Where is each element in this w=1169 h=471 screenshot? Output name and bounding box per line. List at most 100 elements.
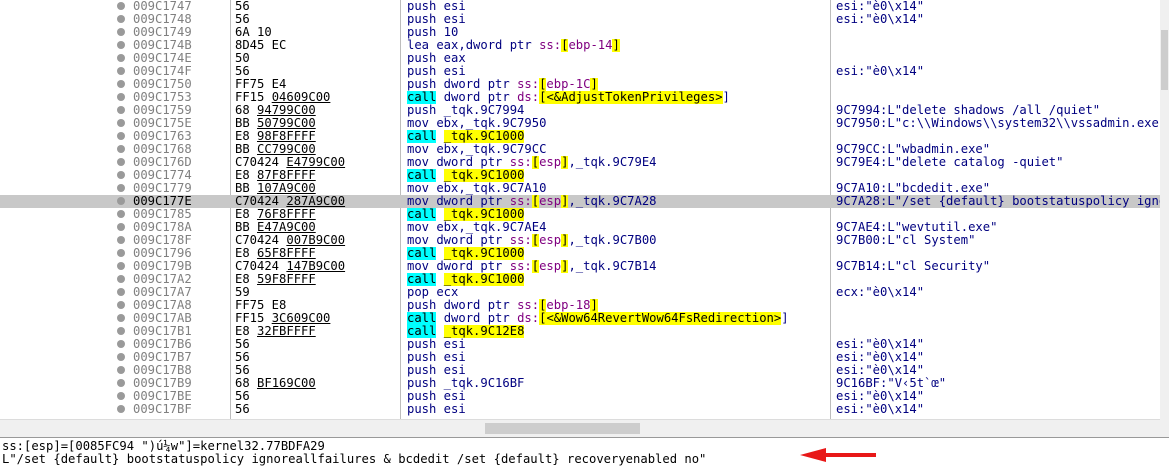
- breakpoint-dot-icon[interactable]: [117, 234, 127, 247]
- comment-cell[interactable]: 9C7A28:L"/set {default} bootstatuspolicy…: [836, 195, 1166, 208]
- comment-cell[interactable]: 9C7B00:L"cl System": [836, 234, 1166, 247]
- disasm-row[interactable]: 009C1774 E8 87F8FFFF call _tqk.9C1000: [0, 169, 1160, 182]
- instruction-cell[interactable]: push esi: [407, 364, 827, 377]
- scrollbar-thumb[interactable]: [1161, 30, 1168, 90]
- address-cell[interactable]: 009C1759: [133, 104, 228, 117]
- comment-cell[interactable]: 9C7A10:L"bcdedit.exe": [836, 182, 1166, 195]
- bytes-cell[interactable]: 68 94799C00: [235, 104, 395, 117]
- disasm-row[interactable]: 009C17B9 68 BF169C00 push _tqk.9C16BF 9C16B…: [0, 377, 1160, 390]
- instruction-cell[interactable]: call _tqk.9C1000: [407, 247, 827, 260]
- breakpoint-dot-icon[interactable]: [117, 286, 127, 299]
- bytes-cell[interactable]: FF75 E8: [235, 299, 395, 312]
- disasm-row[interactable]: 009C1785 E8 76F8FFFF call _tqk.9C1000: [0, 208, 1160, 221]
- breakpoint-dot-icon[interactable]: [117, 117, 127, 130]
- disasm-row[interactable]: 009C1768 BB CC799C00 mov ebx,_tqk.9C79CC 9C…: [0, 143, 1160, 156]
- address-cell[interactable]: 009C17BE: [133, 390, 228, 403]
- instruction-cell[interactable]: push 10: [407, 26, 827, 39]
- breakpoint-dot-icon[interactable]: [117, 182, 127, 195]
- disasm-row[interactable]: 009C1779 BB 107A9C00 mov ebx,_tqk.9C7A10 9C…: [0, 182, 1160, 195]
- address-cell[interactable]: 009C17B9: [133, 377, 228, 390]
- address-cell[interactable]: 009C178A: [133, 221, 228, 234]
- address-cell[interactable]: 009C17B1: [133, 325, 228, 338]
- bytes-cell[interactable]: BB 107A9C00: [235, 182, 395, 195]
- address-cell[interactable]: 009C176D: [133, 156, 228, 169]
- horizontal-scrollbar[interactable]: [0, 419, 1160, 437]
- address-cell[interactable]: 009C1779: [133, 182, 228, 195]
- instruction-cell[interactable]: mov dword ptr ss:[esp],_tqk.9C7A28: [407, 195, 827, 208]
- comment-cell[interactable]: [836, 312, 1166, 325]
- instruction-cell[interactable]: mov ebx,_tqk.9C79CC: [407, 143, 827, 156]
- instruction-cell[interactable]: lea eax,dword ptr ss:[ebp-14]: [407, 39, 827, 52]
- instruction-cell[interactable]: push esi: [407, 338, 827, 351]
- instruction-cell[interactable]: call _tqk.9C1000: [407, 273, 827, 286]
- instruction-cell[interactable]: pop ecx: [407, 286, 827, 299]
- disasm-row[interactable]: 009C17A8 FF75 E8 push dword ptr ss:[ebp-18…: [0, 299, 1160, 312]
- address-cell[interactable]: 009C175E: [133, 117, 228, 130]
- breakpoint-dot-icon[interactable]: [117, 403, 127, 416]
- instruction-cell[interactable]: push esi: [407, 351, 827, 364]
- disasm-row[interactable]: 009C1750 FF75 E4 push dword ptr ss:[ebp-1C…: [0, 78, 1160, 91]
- bytes-cell[interactable]: 56: [235, 65, 395, 78]
- bytes-cell[interactable]: E8 87F8FFFF: [235, 169, 395, 182]
- breakpoint-dot-icon[interactable]: [117, 169, 127, 182]
- bytes-cell[interactable]: 50: [235, 52, 395, 65]
- breakpoint-dot-icon[interactable]: [117, 338, 127, 351]
- bytes-cell[interactable]: BB 50799C00: [235, 117, 395, 130]
- breakpoint-dot-icon[interactable]: [117, 377, 127, 390]
- disasm-row[interactable]: 009C178A BB E47A9C00 mov ebx,_tqk.9C7AE4 9C…: [0, 221, 1160, 234]
- comment-cell[interactable]: [836, 273, 1166, 286]
- breakpoint-dot-icon[interactable]: [117, 364, 127, 377]
- address-cell[interactable]: 009C1774: [133, 169, 228, 182]
- disasm-row[interactable]: 009C178F C70424 007B9C00 mov dword ptr ss:…: [0, 234, 1160, 247]
- instruction-cell[interactable]: push esi: [407, 13, 827, 26]
- instruction-cell[interactable]: call _tqk.9C1000: [407, 169, 827, 182]
- bytes-cell[interactable]: 68 BF169C00: [235, 377, 395, 390]
- address-cell[interactable]: 009C1750: [133, 78, 228, 91]
- address-cell[interactable]: 009C1747: [133, 0, 228, 13]
- bytes-cell[interactable]: E8 32FBFFFF: [235, 325, 395, 338]
- breakpoint-dot-icon[interactable]: [117, 91, 127, 104]
- bytes-cell[interactable]: C70424 007B9C00: [235, 234, 395, 247]
- breakpoint-dot-icon[interactable]: [117, 13, 127, 26]
- instruction-cell[interactable]: call _tqk.9C1000: [407, 130, 827, 143]
- address-cell[interactable]: 009C178F: [133, 234, 228, 247]
- comment-cell[interactable]: esi:"è0\x14": [836, 0, 1166, 13]
- address-cell[interactable]: 009C174B: [133, 39, 228, 52]
- address-cell[interactable]: 009C177E: [133, 195, 228, 208]
- bytes-cell[interactable]: BB E47A9C00: [235, 221, 395, 234]
- instruction-cell[interactable]: push dword ptr ss:[ebp-18]: [407, 299, 827, 312]
- instruction-cell[interactable]: push eax: [407, 52, 827, 65]
- bytes-cell[interactable]: E8 76F8FFFF: [235, 208, 395, 221]
- comment-cell[interactable]: [836, 208, 1166, 221]
- address-cell[interactable]: 009C17A2: [133, 273, 228, 286]
- disasm-row[interactable]: 009C1763 E8 98F8FFFF call _tqk.9C1000: [0, 130, 1160, 143]
- instruction-cell[interactable]: push esi: [407, 0, 827, 13]
- breakpoint-dot-icon[interactable]: [117, 195, 127, 208]
- breakpoint-dot-icon[interactable]: [117, 273, 127, 286]
- bytes-cell[interactable]: 6A 10: [235, 26, 395, 39]
- disasm-row[interactable]: 009C175E BB 50799C00 mov ebx,_tqk.9C7950 9C…: [0, 117, 1166, 130]
- comment-cell[interactable]: 9C79E4:L"delete catalog -quiet": [836, 156, 1166, 169]
- address-cell[interactable]: 009C17BF: [133, 403, 228, 416]
- address-cell[interactable]: 009C17B6: [133, 338, 228, 351]
- disasm-row[interactable]: 009C177E C70424 287A9C00 mov dword ptr ss:…: [0, 195, 1166, 208]
- bytes-cell[interactable]: 56: [235, 338, 395, 351]
- bytes-cell[interactable]: 56: [235, 390, 395, 403]
- address-cell[interactable]: 009C17B8: [133, 364, 228, 377]
- address-cell[interactable]: 009C17A7: [133, 286, 228, 299]
- disasm-row[interactable]: 009C174E 50 push eax: [0, 52, 1160, 65]
- scrollbar-thumb[interactable]: [485, 423, 640, 434]
- disasm-row[interactable]: 009C17A2 E8 59F8FFFF call _tqk.9C1000: [0, 273, 1160, 286]
- disasm-row[interactable]: 009C17B8 56 push esi esi:"è0\x14": [0, 364, 1160, 377]
- breakpoint-dot-icon[interactable]: [117, 312, 127, 325]
- address-cell[interactable]: 009C1748: [133, 13, 228, 26]
- instruction-cell[interactable]: mov ebx,_tqk.9C7AE4: [407, 221, 827, 234]
- instruction-cell[interactable]: mov ebx,_tqk.9C7A10: [407, 182, 827, 195]
- comment-cell[interactable]: [836, 52, 1166, 65]
- breakpoint-dot-icon[interactable]: [117, 130, 127, 143]
- comment-cell[interactable]: esi:"è0\x14": [836, 65, 1166, 78]
- comment-cell[interactable]: 9C7AE4:L"wevtutil.exe": [836, 221, 1166, 234]
- disasm-row[interactable]: 009C17B1 E8 32FBFFFF call _tqk.9C12E8: [0, 325, 1160, 338]
- address-cell[interactable]: 009C1785: [133, 208, 228, 221]
- comment-cell[interactable]: [836, 78, 1166, 91]
